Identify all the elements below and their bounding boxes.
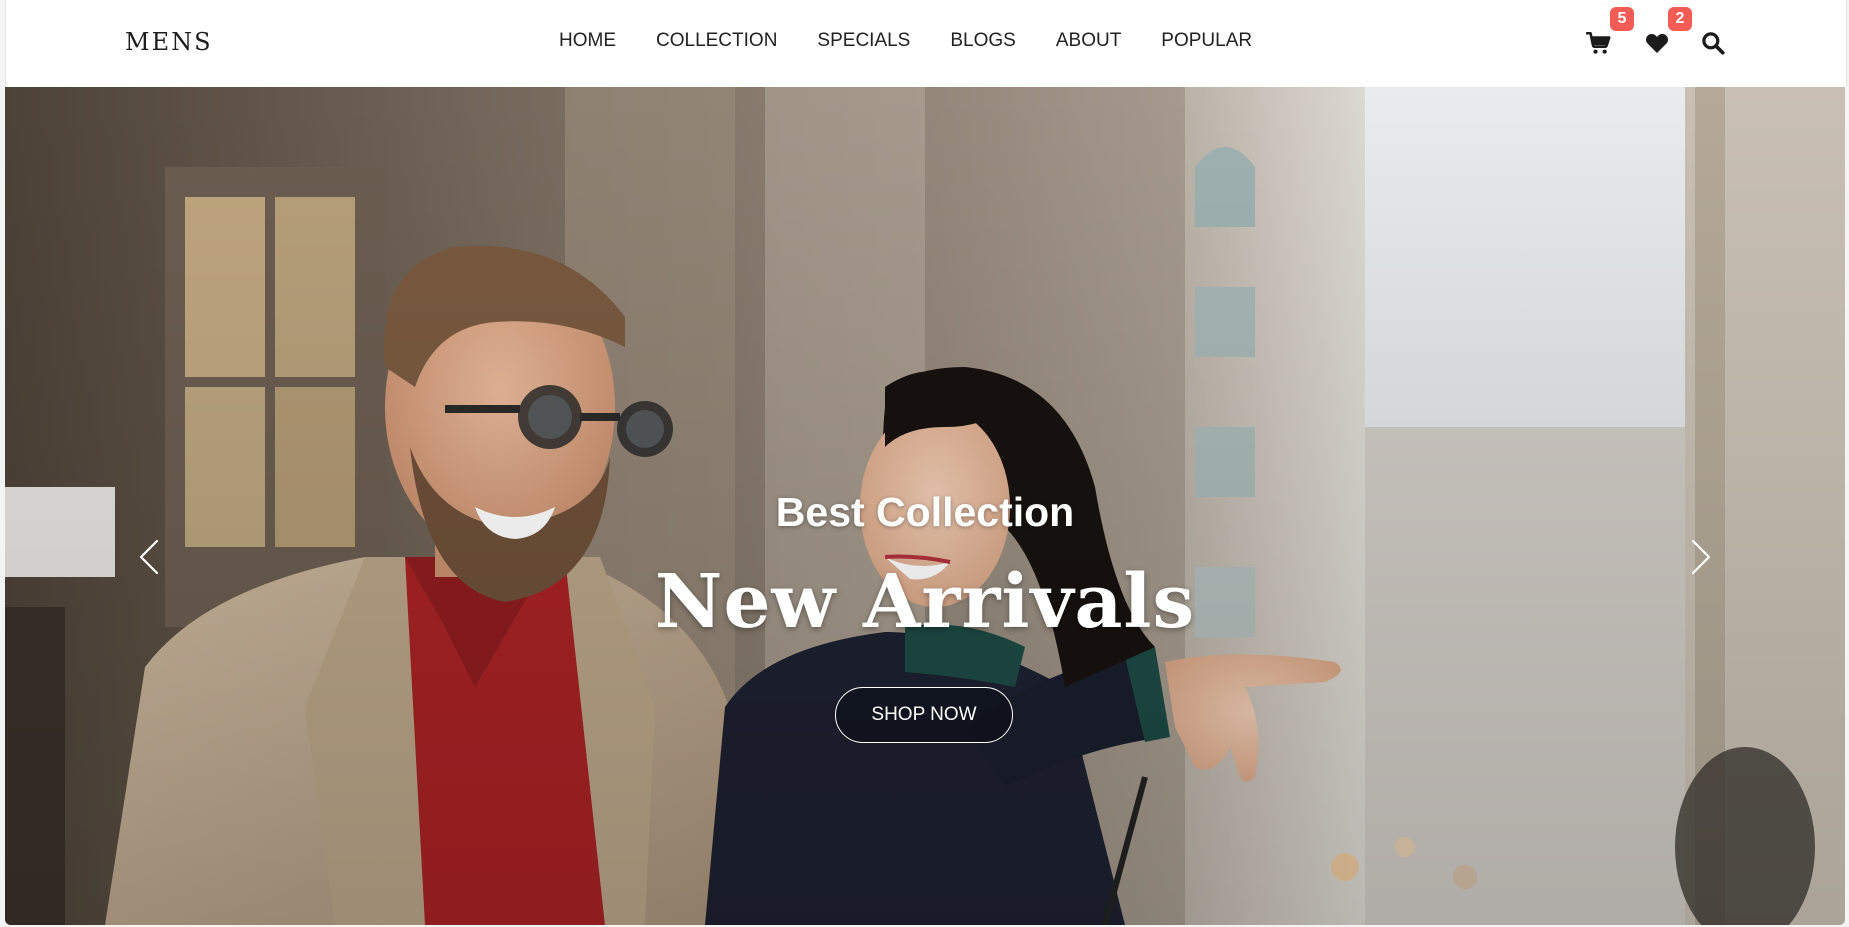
navbar: MENS HOME COLLECTION SPECIALS BLOGS ABOU… [5,0,1847,87]
header-actions: 5 2 [1576,7,1736,62]
nav-about[interactable]: ABOUT [1056,30,1121,52]
nav-popular[interactable]: POPULAR [1161,30,1252,52]
nav-home[interactable]: HOME [559,30,616,52]
nav-blogs[interactable]: BLOGS [950,30,1015,52]
wishlist-count-badge: 2 [1668,7,1692,31]
shop-now-button[interactable]: SHOP NOW [835,687,1013,743]
cart-count-badge: 5 [1610,7,1634,31]
main-nav: HOME COLLECTION SPECIALS BLOGS ABOUT POP… [559,30,1292,52]
search-icon[interactable] [1700,30,1726,56]
page: MENS HOME COLLECTION SPECIALS BLOGS ABOU… [0,0,1849,927]
hero-title: New Arrivals [654,559,1196,645]
nav-specials[interactable]: SPECIALS [817,30,910,52]
hero-subtitle: Best Collection [775,489,1075,535]
cart-icon[interactable] [1586,30,1612,56]
hero-slider: Best Collection New Arrivals SHOP NOW [5,87,1845,925]
brand-logo[interactable]: MENS [125,28,213,56]
nav-collection[interactable]: COLLECTION [656,30,777,52]
heart-icon[interactable] [1644,30,1670,56]
